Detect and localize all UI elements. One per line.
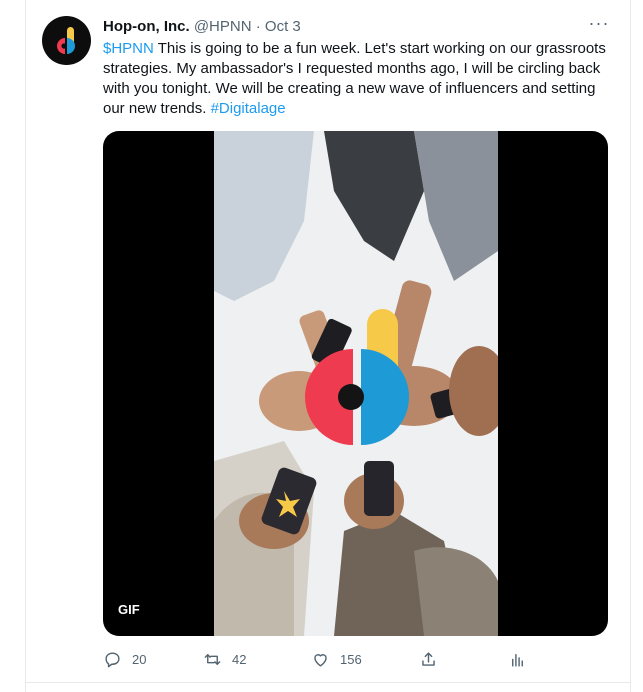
like-count: 156 — [340, 651, 362, 667]
like-button[interactable]: 156 — [311, 648, 362, 670]
avatar[interactable] — [42, 16, 91, 65]
share-button[interactable] — [419, 648, 438, 670]
tweet-body: This is going to be a fun week. Let's st… — [103, 40, 606, 117]
gif-video[interactable] — [214, 131, 498, 636]
reply-icon — [105, 651, 120, 667]
hop-on-logo-icon — [57, 27, 75, 54]
reply-button[interactable]: 20 — [103, 648, 146, 670]
analytics-icon — [512, 653, 523, 667]
tweet-date[interactable]: Oct 3 — [265, 18, 301, 35]
tweet-actions: 20 42 156 — [103, 648, 533, 670]
like-icon — [314, 653, 327, 667]
tweet-divider — [25, 682, 631, 683]
reply-count: 20 — [132, 651, 147, 667]
tweet-text: $HPNN This is going to be a fun week. Le… — [103, 39, 613, 119]
retweet-button[interactable]: 42 — [203, 648, 246, 670]
more-icon[interactable]: ··· — [588, 14, 610, 36]
timeline-border-left — [25, 0, 26, 692]
tweet-header: Hop-on, Inc. @HPNN · Oct 3 — [103, 17, 301, 37]
gif-frame-illustration — [214, 131, 498, 636]
author-handle[interactable]: @HPNN — [194, 18, 252, 35]
hashtag-link[interactable]: #Digitalage — [211, 100, 286, 117]
tweet-media[interactable]: GIF — [103, 131, 608, 636]
retweet-icon — [204, 653, 221, 665]
retweet-count: 42 — [232, 651, 247, 667]
author-name[interactable]: Hop-on, Inc. — [103, 18, 190, 35]
share-icon — [422, 651, 435, 666]
gif-badge: GIF — [113, 600, 145, 620]
timeline-border-right — [630, 0, 631, 692]
separator: · — [255, 18, 261, 35]
cashtag-link[interactable]: $HPNN — [103, 40, 154, 57]
analytics-button[interactable] — [508, 648, 527, 670]
